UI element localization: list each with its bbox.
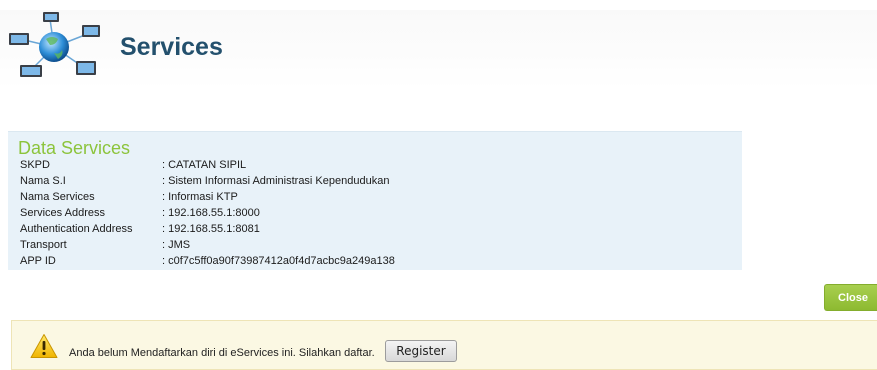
network-services-icon	[9, 12, 100, 77]
detail-value: : Sistem Informasi Administrasi Kependud…	[162, 175, 390, 187]
panel-title: Data Services	[18, 138, 131, 158]
detail-label: Nama Services	[20, 191, 95, 203]
data-services-panel: Data Services SKPD : CATATAN SIPIL Nama …	[8, 131, 742, 270]
detail-label: Transport	[20, 239, 67, 251]
detail-label: SKPD	[20, 159, 50, 171]
detail-value: : 192.168.55.1:8081	[162, 223, 260, 235]
notice-message: Anda belum Mendaftarkan diri di eService…	[69, 347, 375, 359]
detail-value: : c0f7c5ff0a90f73987412a0f4d7acbc9a249a1…	[162, 255, 395, 267]
registration-notice: Anda belum Mendaftarkan diri di eService…	[11, 320, 877, 370]
warning-icon	[30, 334, 58, 358]
detail-value: : 192.168.55.1:8000	[162, 207, 260, 219]
detail-value: : CATATAN SIPIL	[162, 159, 247, 171]
detail-label: Authentication Address	[20, 223, 133, 235]
page-title: Services	[120, 33, 223, 61]
close-button[interactable]: Close	[824, 284, 877, 311]
detail-value: : Informasi KTP	[162, 191, 238, 203]
detail-label: APP ID	[20, 255, 56, 267]
register-button[interactable]: Register	[385, 340, 457, 362]
detail-label: Services Address	[20, 207, 105, 219]
detail-label: Nama S.I	[20, 175, 66, 187]
detail-value: : JMS	[162, 239, 191, 251]
